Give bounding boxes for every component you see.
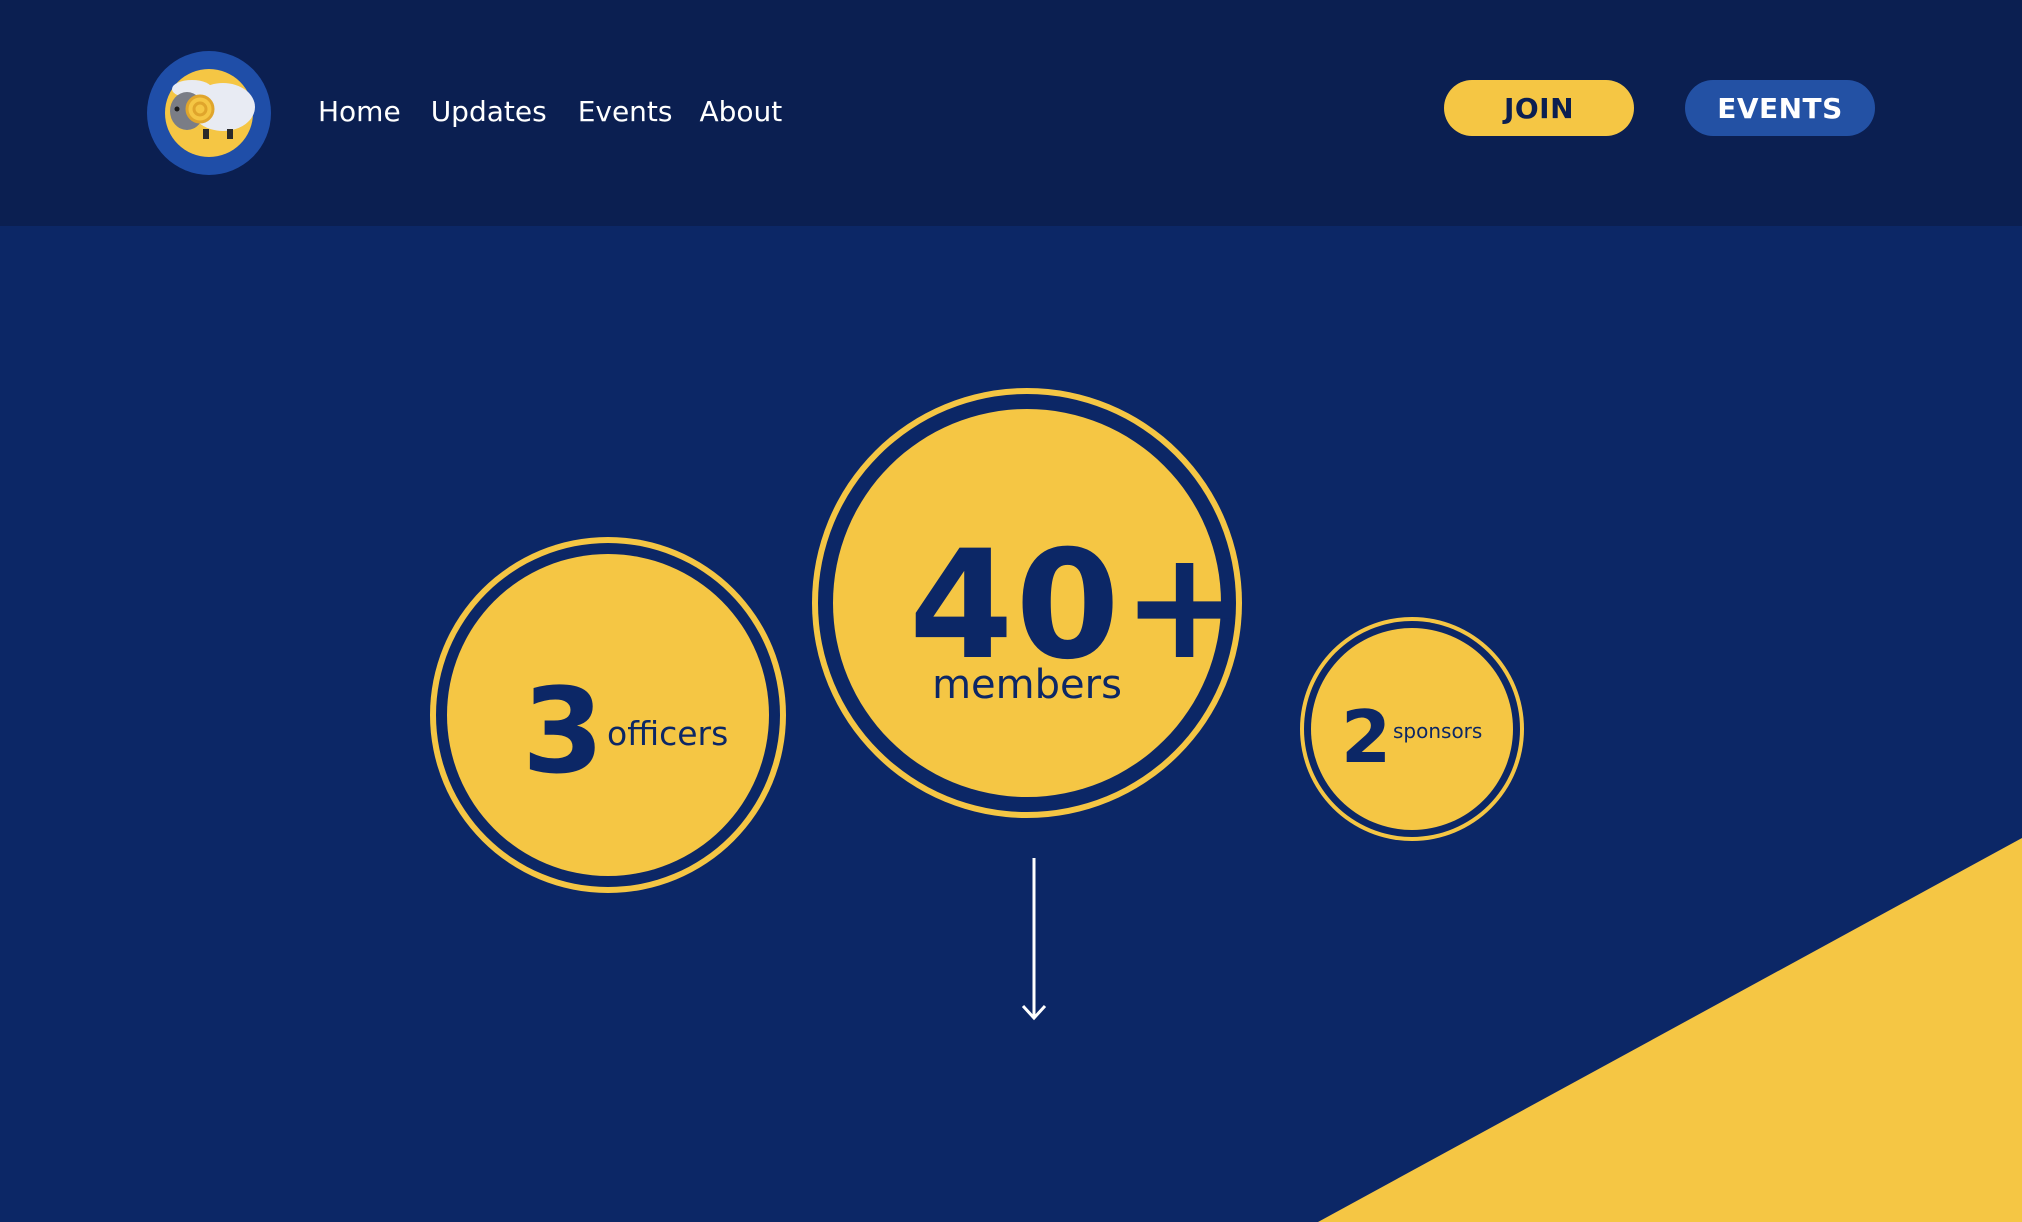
- join-button[interactable]: JOIN: [1444, 80, 1634, 136]
- officers-stat: 3 officers: [430, 537, 786, 893]
- main-nav: Home Updates Events About: [318, 94, 782, 130]
- sponsors-count: 2: [1341, 695, 1392, 779]
- ram-icon[interactable]: [147, 51, 271, 175]
- nav-about[interactable]: About: [700, 94, 783, 130]
- members-stat: 40+ members: [812, 388, 1247, 818]
- officers-count: 3: [522, 662, 605, 800]
- sponsors-label: sponsors: [1393, 719, 1483, 743]
- officers-label: officers: [607, 714, 729, 753]
- members-count: 40+: [909, 519, 1250, 693]
- site-header: Home Updates Events About JOIN EVENTS: [0, 0, 2022, 226]
- landing-page: Home Updates Events About JOIN EVENTS 3 …: [0, 0, 2022, 1222]
- members-label: members: [932, 662, 1122, 708]
- nav-updates[interactable]: Updates: [431, 94, 547, 130]
- nav-home[interactable]: Home: [318, 94, 401, 130]
- sponsors-stat: 2 sponsors: [1300, 617, 1524, 841]
- events-button[interactable]: EVENTS: [1685, 80, 1875, 136]
- arrow-down-icon[interactable]: [1020, 858, 1050, 1022]
- nav-events[interactable]: Events: [578, 94, 673, 130]
